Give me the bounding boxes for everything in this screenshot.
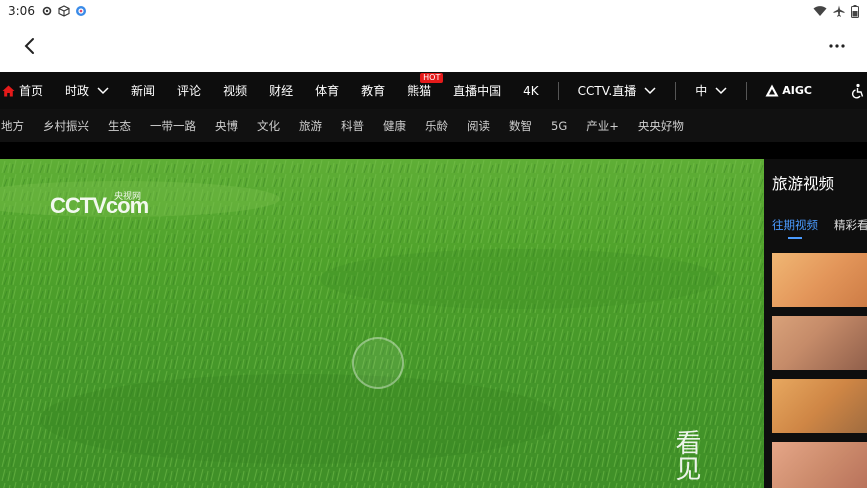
airplane-icon [833,5,845,17]
nav-item-label: 视频 [223,84,248,98]
video-thumbnail[interactable] [772,379,867,433]
nav-item-education[interactable]: 教育 [350,72,396,109]
related-videos-panel: 旅游视频 往期视频 精彩看 [764,159,867,488]
subnav-item[interactable]: 阅读 [458,118,500,134]
hot-badge: HOT [420,73,444,83]
primary-nav: 首页 时政 新闻 评论 视频 财经 体育 教育 熊猫 HOT 直播中国 4K C… [0,72,867,109]
language-selector[interactable]: 中 [684,72,738,109]
subnav-item[interactable]: 央央好物 [628,118,693,134]
gear-icon [42,6,52,16]
nav-item-label: 财经 [269,84,294,98]
accessibility-icon[interactable] [850,83,866,99]
logo-text: CCTV [50,193,107,218]
aigc-link[interactable]: AIGC [755,84,822,97]
nav-item-label: 时政 [65,84,90,98]
nav-item-label: 首页 [19,84,44,98]
subnav-item[interactable]: 央博 [206,118,248,134]
nav-item-label: 评论 [177,84,202,98]
chevron-down-icon [97,86,109,94]
nav-item-panda[interactable]: 熊猫 HOT [396,72,444,109]
tab-past-videos[interactable]: 往期视频 [772,217,818,233]
nav-item-cctv-live[interactable]: CCTV.直播 [567,72,668,109]
nav-item-label: 体育 [315,84,340,98]
aigc-logo-icon [765,84,779,97]
nav-item-finance[interactable]: 财经 [258,72,304,109]
back-button[interactable] [18,34,42,58]
video-thumbnail[interactable] [772,253,867,307]
video-player[interactable]: CCTVcom 央视网 看见 [0,159,764,488]
nav-item-label: 直播中国 [453,84,502,98]
status-time: 3:06 [8,4,35,18]
subnav-item[interactable]: 文化 [248,118,290,134]
nav-item-news[interactable]: 新闻 [120,72,166,109]
status-bar: 3:06 [0,0,867,22]
subnav-item[interactable]: 健康 [374,118,416,134]
nav-item-label: CCTV.直播 [577,84,637,98]
nav-item-4k[interactable]: 4K [512,72,550,109]
top-bar [0,22,867,72]
language-label: 中 [695,84,708,98]
secondary-nav: 地方 乡村振兴 生态 一带一路 央博 文化 旅游 科普 健康 乐龄 阅读 数智 … [0,109,867,142]
cube-icon [58,5,70,17]
subnav-item[interactable]: 一带一路 [141,118,206,134]
nav-divider [557,81,559,100]
video-thumbnail[interactable] [772,316,867,370]
nav-item-label: 熊猫 [407,84,432,98]
aigc-label: AIGC [782,84,812,97]
subnav-item[interactable]: 乐龄 [416,118,458,134]
nav-item-live-china[interactable]: 直播中国 [442,72,512,109]
active-tab-indicator [788,237,802,239]
video-thumbnail[interactable] [772,442,867,488]
cctv-logo: CCTVcom 央视网 [50,191,149,219]
subnav-item[interactable]: 科普 [332,118,374,134]
panel-title: 旅游视频 [772,175,835,193]
nav-item-politics[interactable]: 时政 [54,72,120,109]
chevron-down-icon [715,86,727,94]
spacer-band [0,142,867,159]
subnav-item[interactable]: 乡村振兴 [34,118,99,134]
home-icon [2,85,15,96]
logo-cn: 央视网 [114,191,142,201]
nav-item-label: 教育 [361,84,386,98]
panel-tabs: 往期视频 精彩看 [772,217,867,233]
play-indicator[interactable] [352,337,404,389]
nav-item-commentary[interactable]: 评论 [166,72,212,109]
nav-item-home[interactable]: 首页 [0,72,54,109]
nav-item-label: 新闻 [131,84,156,98]
tab-highlights[interactable]: 精彩看 [834,217,867,233]
subnav-item[interactable]: 5G [542,119,577,133]
battery-icon [851,4,859,18]
subnav-item[interactable]: 生态 [99,118,141,134]
nav-divider [746,81,748,100]
video-watermark: 看见 [671,429,701,481]
wifi-icon [813,6,827,16]
subnav-item[interactable]: 产业+ [577,118,629,134]
more-options-button[interactable] [825,34,849,58]
nav-item-label: 4K [523,83,539,98]
nav-divider [675,81,677,100]
subnav-item[interactable]: 数智 [500,118,542,134]
chevron-down-icon [644,86,656,94]
subnav-item[interactable]: 地方 [0,118,34,134]
nav-item-sports[interactable]: 体育 [304,72,350,109]
nav-item-video[interactable]: 视频 [212,72,258,109]
app-badge-icon [75,6,86,16]
subnav-item[interactable]: 旅游 [290,118,332,134]
